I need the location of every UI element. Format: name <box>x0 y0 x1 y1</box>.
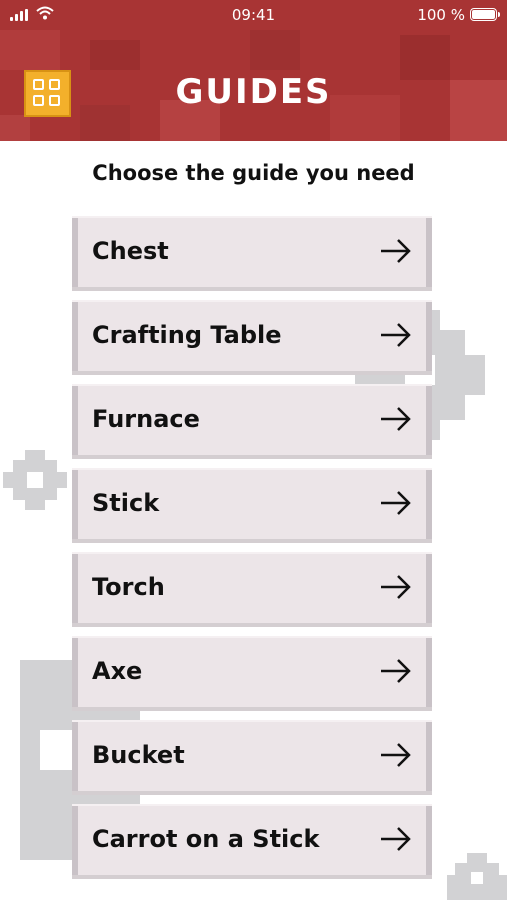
arrow-right-icon <box>381 743 411 767</box>
guide-item-stick[interactable]: Stick <box>72 470 432 539</box>
gear-decoration-icon <box>447 853 507 900</box>
guide-item-furnace[interactable]: Furnace <box>72 386 432 455</box>
guide-item-label: Crafting Table <box>92 321 282 349</box>
page-title: GUIDES <box>175 72 332 112</box>
guide-item-torch[interactable]: Torch <box>72 554 432 623</box>
arrow-right-icon <box>381 659 411 683</box>
arrow-right-icon <box>381 323 411 347</box>
guide-item-label: Axe <box>92 657 143 685</box>
guide-item-label: Torch <box>92 573 165 601</box>
battery-icon <box>470 8 500 21</box>
status-bar: 09:41 100 % <box>0 0 507 30</box>
battery-percentage: 100 % <box>417 6 465 24</box>
guide-item-bucket[interactable]: Bucket <box>72 722 432 791</box>
guide-item-label: Stick <box>92 489 160 517</box>
guide-item-carrot-on-a-stick[interactable]: Carrot on a Stick <box>72 806 432 875</box>
arrow-right-icon <box>381 239 411 263</box>
gear-decoration-icon <box>3 450 67 510</box>
arrow-right-icon <box>381 491 411 515</box>
guide-item-label: Carrot on a Stick <box>92 825 320 853</box>
arrow-right-icon <box>381 827 411 851</box>
guide-list: Chest Crafting Table Furnace Stick Torch… <box>72 218 432 890</box>
arrow-right-icon <box>381 575 411 599</box>
guide-item-label: Furnace <box>92 405 200 433</box>
page-subtitle: Choose the guide you need <box>92 161 415 185</box>
guide-item-chest[interactable]: Chest <box>72 218 432 287</box>
guide-item-crafting-table[interactable]: Crafting Table <box>72 302 432 371</box>
guide-item-axe[interactable]: Axe <box>72 638 432 707</box>
arrow-right-icon <box>381 407 411 431</box>
guide-item-label: Chest <box>92 237 169 265</box>
header-bar: 09:41 100 % GUIDES <box>0 0 507 141</box>
guide-item-label: Bucket <box>92 741 185 769</box>
